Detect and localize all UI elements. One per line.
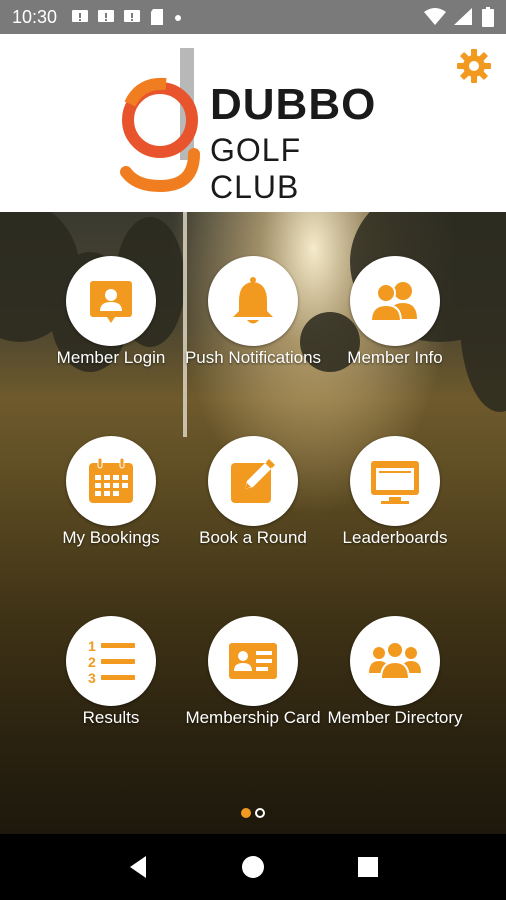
tile-icon-circle (208, 436, 298, 526)
calendar-icon (89, 457, 133, 503)
settings-button[interactable] (456, 48, 492, 84)
tile-label: Membership Card (185, 708, 321, 727)
users-icon (369, 282, 417, 322)
status-right-icons (424, 7, 494, 27)
home-screen: Member Login Push Notifications Member I… (0, 212, 506, 834)
tile-label: Member Directory (327, 708, 463, 727)
page-dot-active[interactable] (241, 808, 251, 818)
tile-book-a-round[interactable]: Book a Round (173, 436, 333, 586)
tile-label: My Bookings (62, 528, 160, 547)
svg-text:3: 3 (88, 670, 96, 686)
tile-label: Book a Round (199, 528, 307, 547)
logo-subtitle: GOLF CLUB (210, 132, 302, 205)
page-indicator (0, 808, 506, 818)
edit-icon (231, 459, 275, 503)
back-icon (129, 856, 146, 878)
tile-icon-circle (66, 436, 156, 526)
home-button[interactable] (238, 852, 268, 882)
signal-icon (454, 8, 472, 25)
tile-icon-circle (350, 436, 440, 526)
tile-icon-circle (66, 256, 156, 346)
tile-results[interactable]: 1 2 3 Results (31, 616, 191, 766)
notification-icon (124, 10, 141, 22)
tile-icon-circle (208, 616, 298, 706)
wifi-icon (424, 8, 446, 25)
home-icon (241, 856, 264, 878)
menu-grid: Member Login Push Notifications Member I… (0, 212, 506, 772)
club-logo-mark (120, 48, 200, 193)
tile-label: Push Notifications (184, 348, 322, 367)
tile-icon-circle (208, 256, 298, 346)
status-time: 10:30 (12, 6, 58, 27)
tile-label: Member Info (347, 348, 443, 367)
tile-icon-circle (350, 256, 440, 346)
battery-icon (482, 7, 494, 27)
tile-leaderboards[interactable]: Leaderboards (315, 436, 475, 586)
notification-icon (72, 10, 89, 22)
tile-icon-circle: 1 2 3 (66, 616, 156, 706)
recents-button[interactable] (353, 852, 383, 882)
tile-membership-card[interactable]: Membership Card (173, 616, 333, 766)
back-button[interactable] (123, 852, 153, 882)
header: DUBBO GOLF CLUB (0, 34, 506, 212)
navigation-bar (0, 834, 506, 900)
group-icon (369, 641, 421, 680)
id-badge-icon (90, 281, 132, 323)
dot-icon (175, 15, 182, 21)
tile-push-notifications[interactable]: Push Notifications (173, 256, 333, 406)
gear-icon (457, 49, 491, 83)
svg-text:1: 1 (88, 638, 96, 654)
page-dot[interactable] (255, 808, 265, 818)
monitor-icon (371, 461, 419, 504)
tile-member-login[interactable]: Member Login (31, 256, 191, 406)
tile-member-info[interactable]: Member Info (315, 256, 475, 406)
recents-icon (358, 857, 379, 877)
tile-label: Leaderboards (342, 528, 448, 547)
tile-member-directory[interactable]: Member Directory (315, 616, 475, 766)
sd-card-icon (151, 9, 164, 25)
bell-icon (233, 277, 273, 324)
notification-icon (98, 10, 115, 22)
id-card-icon (229, 643, 277, 679)
tile-icon-circle (350, 616, 440, 706)
status-left-icons (71, 8, 183, 26)
club-logo: DUBBO GOLF CLUB (118, 44, 398, 205)
svg-text:2: 2 (88, 654, 96, 670)
tile-label: Results (82, 708, 140, 727)
tile-label: Member Login (56, 348, 166, 367)
tile-my-bookings[interactable]: My Bookings (31, 436, 191, 586)
numbered-list-icon: 1 2 3 (88, 638, 135, 686)
logo-title: DUBBO (210, 80, 377, 129)
status-bar: 10:30 (0, 0, 506, 34)
